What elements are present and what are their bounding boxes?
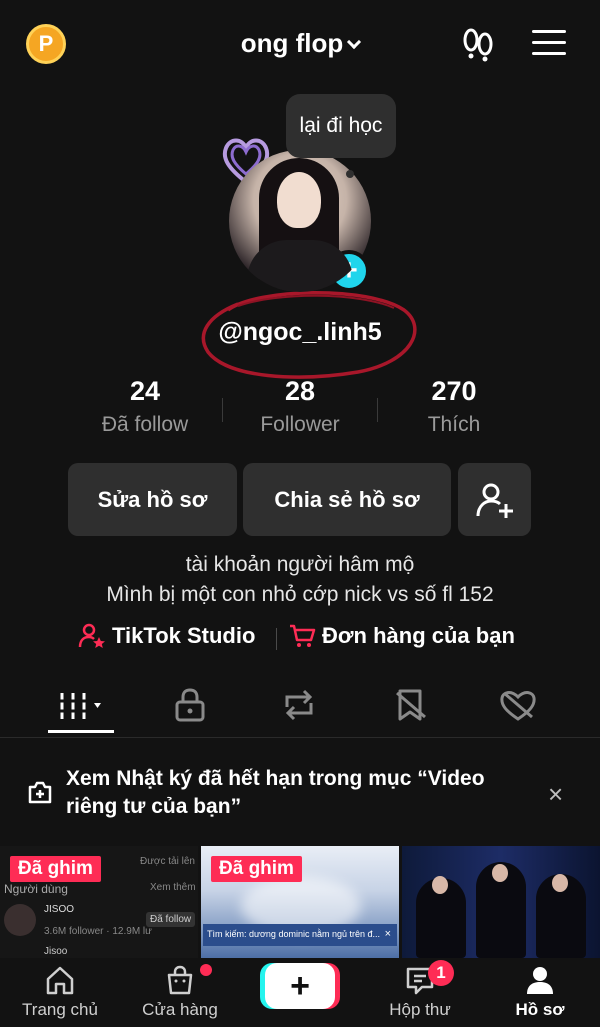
stats-divider xyxy=(377,398,378,422)
tab-liked[interactable] xyxy=(478,680,558,730)
likes-label: Thích xyxy=(427,413,481,436)
heart-hidden-icon xyxy=(500,691,536,721)
likes-count: 270 xyxy=(431,376,477,406)
stats-divider xyxy=(222,398,223,422)
thumb-text: Jisoo xyxy=(44,946,68,957)
links-divider xyxy=(276,628,277,650)
tab-reposts[interactable] xyxy=(259,680,339,730)
bio-line-1: tài khoản người hâm mộ xyxy=(185,553,415,576)
pinned-badge: Đã ghim xyxy=(10,856,101,882)
bio-line-2: Mình bị một con nhỏ cớp nick vs số fl 15… xyxy=(106,583,494,606)
account-name: ong flop xyxy=(240,28,344,58)
inbox-badge: 1 xyxy=(428,960,454,986)
profile-stats: 24 Đã follow 28 Follower 270 Thích xyxy=(0,376,600,446)
user-star-icon xyxy=(78,623,105,648)
profile-icon xyxy=(480,964,600,996)
stat-followers[interactable]: 28 Follower xyxy=(225,376,375,437)
thumb-face xyxy=(432,876,448,894)
close-icon: × xyxy=(384,928,391,940)
nav-profile-label: Hồ sơ xyxy=(515,1000,565,1019)
thumb-text: JISOO xyxy=(44,904,75,915)
thumb-face xyxy=(492,864,508,882)
top-bar: P ong flop xyxy=(0,0,600,90)
nav-shop[interactable]: Cửa hàng xyxy=(120,964,240,1020)
close-icon[interactable]: × xyxy=(548,779,563,810)
bottom-nav: Trang chủ Cửa hàng + Hộp thư 1 Hồ sơ xyxy=(0,958,600,1027)
thumb-text: Xem thêm xyxy=(150,882,196,893)
tiktok-studio-link[interactable]: TikTok Studio xyxy=(78,622,255,650)
shop-notification-dot xyxy=(200,964,212,976)
tab-videos[interactable] xyxy=(42,680,122,730)
following-count: 24 xyxy=(129,376,161,406)
nav-profile[interactable]: Hồ sơ xyxy=(480,964,600,1020)
menu-icon[interactable] xyxy=(532,30,566,63)
search-strip: Tìm kiếm: dương dominic nằm ngủ trên đ..… xyxy=(203,924,397,946)
share-profile-button[interactable]: Chia sẻ hồ sơ xyxy=(243,463,451,536)
orders-link[interactable]: Đơn hàng của bạn xyxy=(288,622,515,650)
footprints-icon[interactable] xyxy=(460,26,496,67)
video-thumbnail[interactable]: Được tải lên Người dùng Xem thêm JISOO 3… xyxy=(0,846,198,958)
camera-plus-icon xyxy=(26,778,54,811)
profile-links: TikTok Studio Đơn hàng của bạn xyxy=(0,622,600,656)
notice-text: Xem Nhật ký đã hết hạn trong mục “Video … xyxy=(66,767,485,818)
followers-label: Follower xyxy=(260,413,340,436)
stat-following[interactable]: 24 Đã follow xyxy=(70,376,220,437)
thumb-text: Được tải lên xyxy=(140,856,195,867)
thumb-text: Người dùng xyxy=(4,882,68,896)
edit-profile-button[interactable]: Sửa hồ sơ xyxy=(68,463,237,536)
expired-diary-notice[interactable]: Xem Nhật ký đã hết hạn trong mục “Video … xyxy=(0,745,600,841)
thumb-face xyxy=(552,874,568,892)
orders-label: Đơn hàng của bạn xyxy=(322,623,515,648)
repost-icon xyxy=(285,689,313,721)
tabs-divider xyxy=(0,737,600,738)
thumb-text: 3.6M follower · 12.9M lư xyxy=(44,926,152,937)
chevron-down-icon xyxy=(347,34,362,50)
pinned-badge: Đã ghim xyxy=(211,856,302,882)
video-thumbnail[interactable]: Tìm kiếm: dương dominic nằm ngủ trên đ..… xyxy=(201,846,399,958)
bookmark-hidden-icon xyxy=(396,689,426,721)
followers-count: 28 xyxy=(284,376,316,406)
status-bubble[interactable]: lại đi học xyxy=(286,94,396,158)
account-switcher[interactable]: ong flop xyxy=(0,28,600,59)
following-label: Đã follow xyxy=(101,413,189,436)
status-text: lại đi học xyxy=(299,114,383,137)
stat-likes[interactable]: 270 Thích xyxy=(379,376,529,437)
username-handle: @ngoc_.linh5 xyxy=(218,318,382,346)
nav-shop-label: Cửa hàng xyxy=(142,1000,218,1019)
home-icon xyxy=(0,964,120,996)
tab-private[interactable] xyxy=(150,680,230,730)
lock-icon xyxy=(175,688,205,722)
cart-icon xyxy=(290,624,316,647)
inbox-icon xyxy=(360,964,480,996)
nav-home-label: Trang chủ xyxy=(22,1000,98,1019)
status-bubble-dot xyxy=(346,170,354,178)
thumb-text: Đã follow xyxy=(146,912,196,927)
video-thumbnail[interactable] xyxy=(402,846,600,958)
grid-icon xyxy=(58,693,101,719)
search-strip-text: Tìm kiếm: dương dominic nằm ngủ trên đ..… xyxy=(207,929,380,939)
video-grid: Được tải lên Người dùng Xem thêm JISOO 3… xyxy=(0,846,600,958)
tiktok-studio-label: TikTok Studio xyxy=(112,623,256,648)
active-tab-indicator xyxy=(48,730,114,733)
add-user-icon xyxy=(476,483,513,518)
add-friend-button[interactable] xyxy=(458,463,531,536)
thumb-avatar xyxy=(4,904,36,936)
nav-home[interactable]: Trang chủ xyxy=(0,964,120,1020)
shopping-bag-icon xyxy=(120,964,240,996)
nav-inbox-label: Hộp thư xyxy=(389,1000,451,1019)
tab-saved[interactable] xyxy=(371,680,451,730)
nav-inbox[interactable]: Hộp thư xyxy=(360,964,480,1020)
create-button[interactable]: + xyxy=(265,963,335,1009)
